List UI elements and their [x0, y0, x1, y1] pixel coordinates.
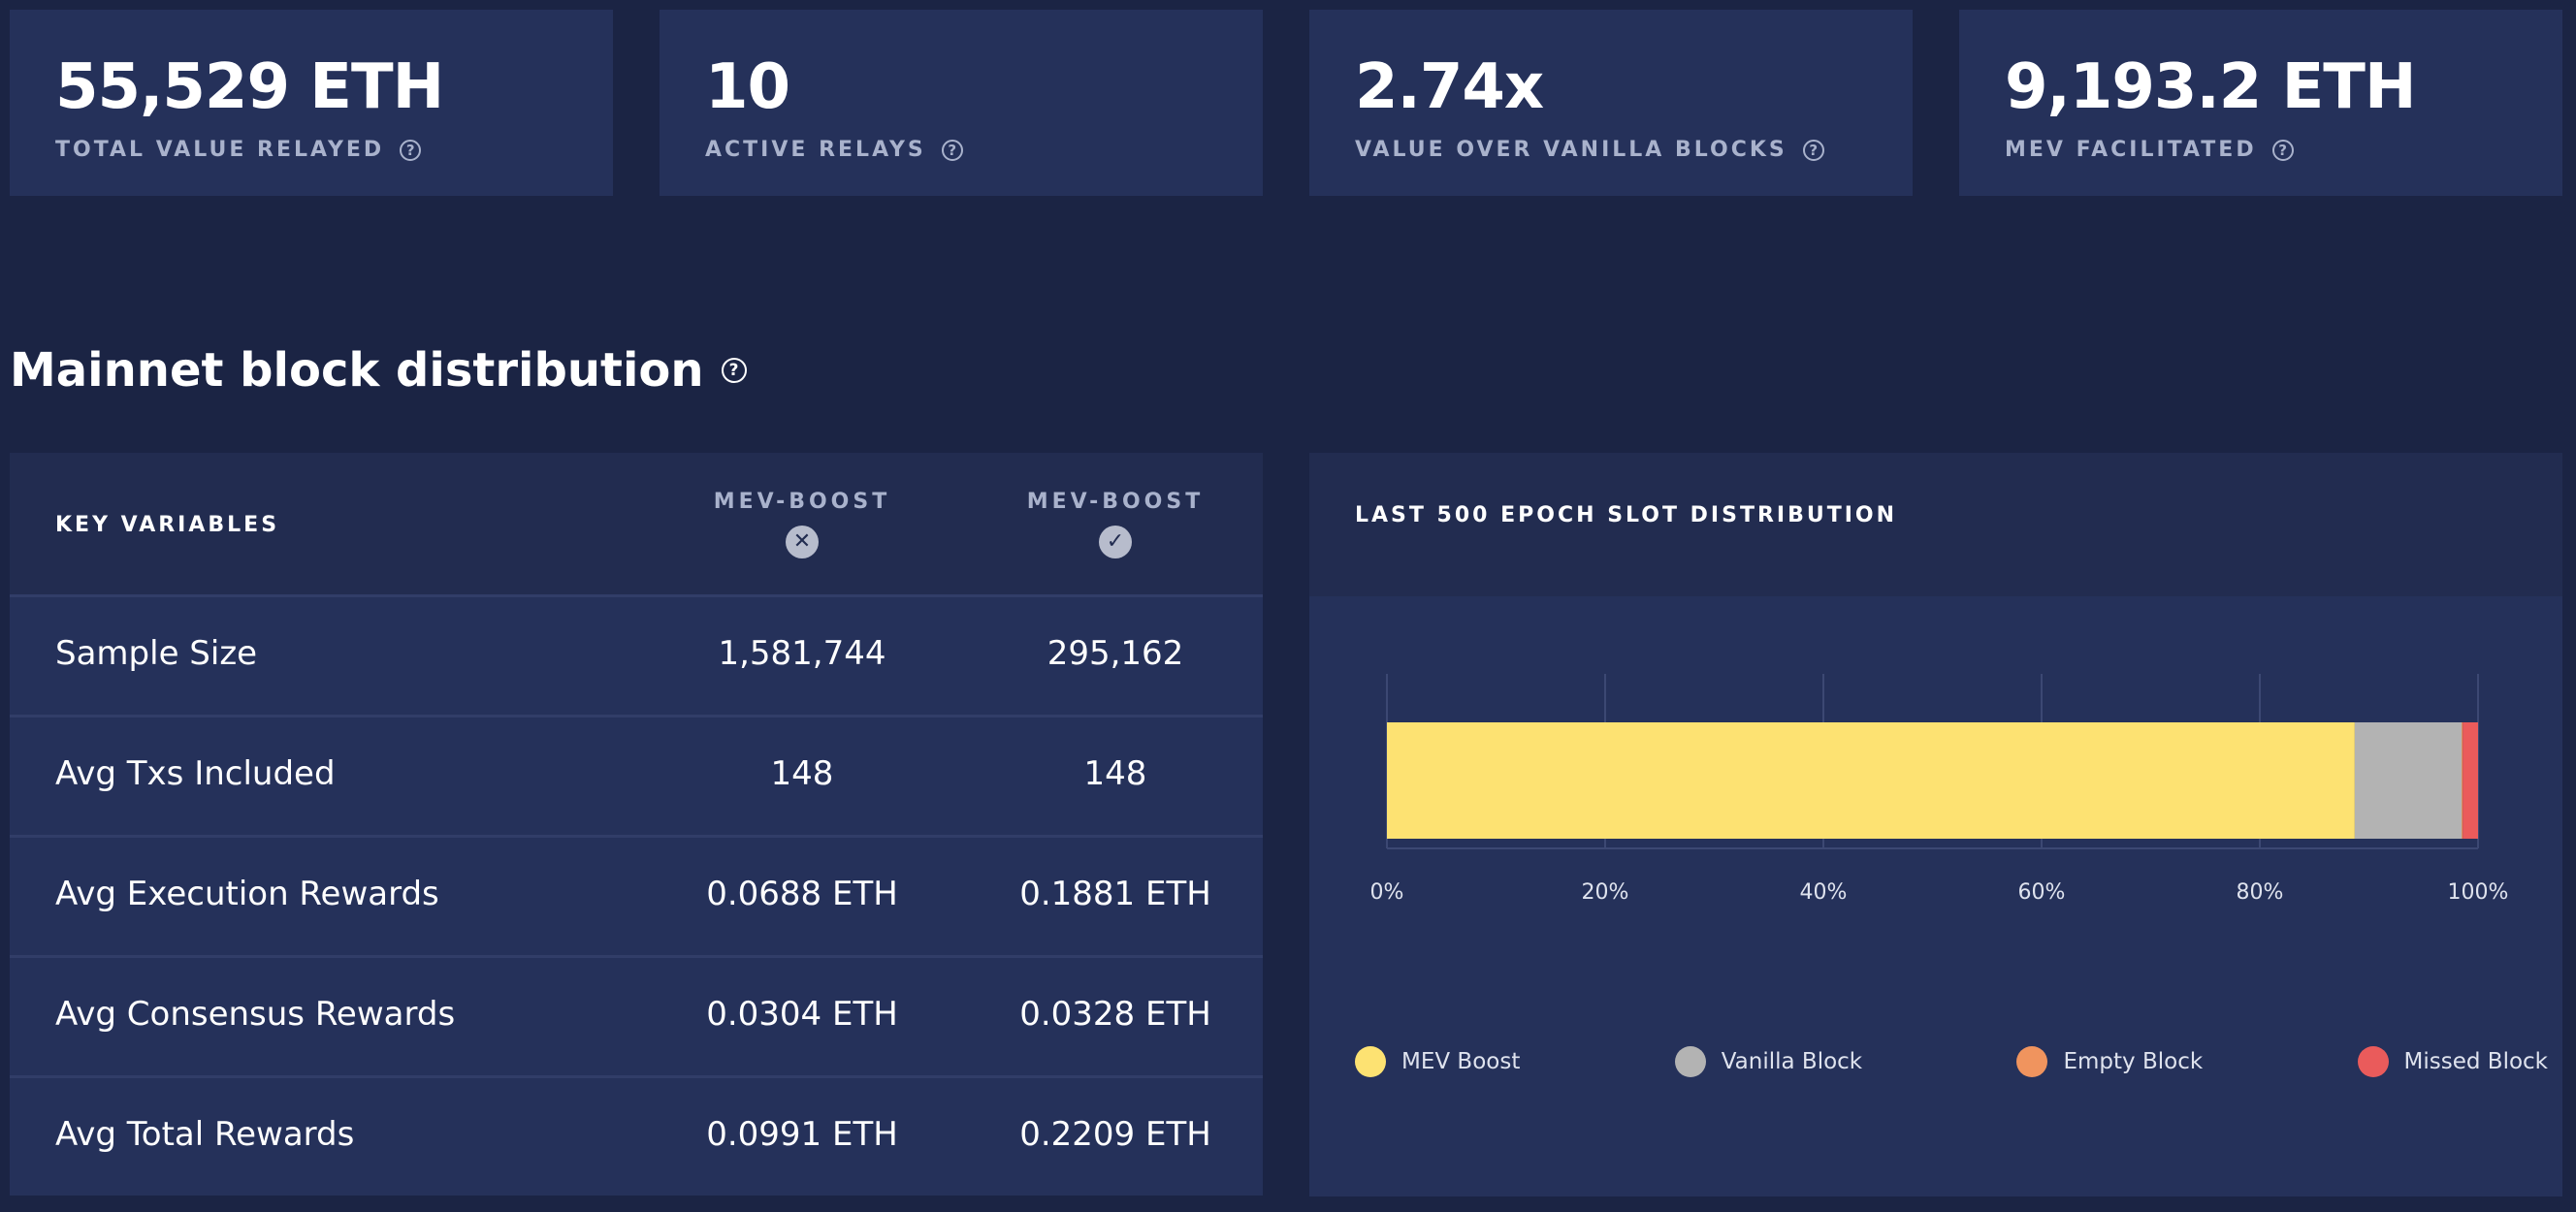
column-header-label: MEV-BOOST — [713, 490, 891, 514]
row-name: Avg Txs Included — [55, 754, 336, 793]
help-icon[interactable]: ? — [721, 358, 747, 383]
legend-label: MEV Boost — [1401, 1049, 1521, 1074]
x-tick-label: 20% — [1582, 880, 1629, 905]
stat-card-value-over-vanilla: 2.74x VALUE OVER VANILLA BLOCKS ? — [1309, 10, 1913, 196]
x-tick-label: 100% — [2448, 880, 2509, 905]
chart-legend: MEV Boost Vanilla Block Empty Block Missed … — [1355, 1046, 2548, 1077]
row-name: Sample Size — [55, 634, 258, 673]
legend-swatch — [1355, 1046, 1386, 1077]
stat-card-total-value: 55,529 ETH TOTAL VALUE RELAYED ? — [10, 10, 613, 196]
legend-swatch — [2016, 1046, 2048, 1077]
column-header-label: MEV-BOOST — [1026, 490, 1205, 514]
help-icon[interactable]: ? — [400, 139, 422, 161]
stat-value: 9,193.2 ETH — [2005, 51, 2417, 123]
column-header-without-mev-boost: MEV-BOOST ✕ — [705, 490, 899, 558]
row-value-without: 1,581,744 — [718, 634, 886, 673]
stat-label: ACTIVE RELAYS ? — [705, 138, 1263, 162]
row-name: Avg Total Rewards — [55, 1115, 355, 1154]
key-variables-table: KEY VARIABLES MEV-BOOST ✕ MEV-BOOST ✓ Sa… — [10, 453, 1263, 1196]
section-title: Mainnet block distribution ? — [10, 339, 747, 401]
legend-item[interactable]: Vanilla Block — [1674, 1046, 1863, 1077]
stat-value: 2.74x — [1355, 51, 1544, 123]
x-tick-label: 60% — [2018, 880, 2066, 905]
legend-swatch — [1674, 1046, 1706, 1077]
stat-label-text: ACTIVE RELAYS — [705, 138, 926, 162]
table-row: Avg Txs Included 148 148 — [10, 715, 1263, 835]
x-tick-label: 80% — [2237, 880, 2284, 905]
x-tick-label: 40% — [1800, 880, 1848, 905]
table-row: Avg Total Rewards 0.0991 ETH 0.2209 ETH — [10, 1075, 1263, 1196]
slot-distribution-panel: LAST 500 EPOCH SLOT DISTRIBUTION 0% 20% 40… — [1309, 453, 2562, 1196]
row-name: Avg Execution Rewards — [55, 875, 439, 913]
legend-label: Empty Block — [2063, 1049, 2204, 1074]
row-value-without: 0.0991 ETH — [706, 1115, 898, 1154]
stat-label-text: MEV FACILITATED — [2005, 138, 2257, 162]
table-row: Avg Consensus Rewards 0.0304 ETH 0.0328 … — [10, 955, 1263, 1075]
table-row: Sample Size 1,581,744 295,162 — [10, 594, 1263, 715]
bar-segment-missed-block[interactable] — [2463, 722, 2478, 839]
help-icon[interactable]: ? — [1802, 139, 1824, 161]
stat-value: 10 — [705, 51, 790, 123]
legend-label: Missed Block — [2403, 1049, 2548, 1074]
x-circle-icon: ✕ — [786, 526, 819, 558]
bar-segment-empty-block[interactable] — [2462, 722, 2463, 839]
row-value-with: 148 — [1083, 754, 1147, 793]
row-name: Avg Consensus Rewards — [55, 995, 456, 1034]
row-value-without: 0.0304 ETH — [706, 995, 898, 1034]
check-circle-icon: ✓ — [1099, 526, 1132, 558]
section-title-text: Mainnet block distribution — [10, 343, 704, 398]
stat-label: TOTAL VALUE RELAYED ? — [55, 138, 613, 162]
row-value-without: 0.0688 ETH — [706, 875, 898, 913]
slot-distribution-chart: 0% 20% 40% 60% 80% 100% — [1370, 674, 2509, 905]
stat-card-active-relays: 10 ACTIVE RELAYS ? — [660, 10, 1263, 196]
chart-header: LAST 500 EPOCH SLOT DISTRIBUTION — [1309, 453, 2562, 596]
row-value-with: 0.1881 ETH — [1019, 875, 1211, 913]
legend-item[interactable]: MEV Boost — [1355, 1046, 1520, 1077]
bar-segment-mev-boost[interactable] — [1387, 722, 2355, 839]
help-icon[interactable]: ? — [941, 139, 963, 161]
table-header: KEY VARIABLES MEV-BOOST ✕ MEV-BOOST ✓ — [10, 453, 1263, 594]
legend-label: Vanilla Block — [1721, 1049, 1863, 1074]
table-row: Avg Execution Rewards 0.0688 ETH 0.1881 … — [10, 835, 1263, 955]
stat-label-text: VALUE OVER VANILLA BLOCKS — [1355, 138, 1787, 162]
row-value-without: 148 — [770, 754, 834, 793]
help-icon[interactable]: ? — [2271, 139, 2294, 161]
stat-label: MEV FACILITATED ? — [2005, 138, 2562, 162]
bar-segment-vanilla-block[interactable] — [2354, 722, 2463, 839]
x-tick-label: 0% — [1370, 880, 1404, 905]
legend-swatch — [2357, 1046, 2389, 1077]
stat-label: VALUE OVER VANILLA BLOCKS ? — [1355, 138, 1913, 162]
stat-value: 55,529 ETH — [55, 51, 444, 123]
stat-label-text: TOTAL VALUE RELAYED — [55, 138, 385, 162]
row-value-with: 295,162 — [1046, 634, 1184, 673]
row-value-with: 0.2209 ETH — [1019, 1115, 1211, 1154]
key-variables-header: KEY VARIABLES — [55, 513, 280, 537]
stat-card-mev-facilitated: 9,193.2 ETH MEV FACILITATED ? — [1959, 10, 2562, 196]
legend-item[interactable]: Missed Block — [2357, 1046, 2548, 1077]
chart-title: LAST 500 EPOCH SLOT DISTRIBUTION — [1355, 503, 1898, 527]
column-header-with-mev-boost: MEV-BOOST ✓ — [1018, 490, 1212, 558]
row-value-with: 0.0328 ETH — [1019, 995, 1211, 1034]
legend-item[interactable]: Empty Block — [2016, 1046, 2203, 1077]
